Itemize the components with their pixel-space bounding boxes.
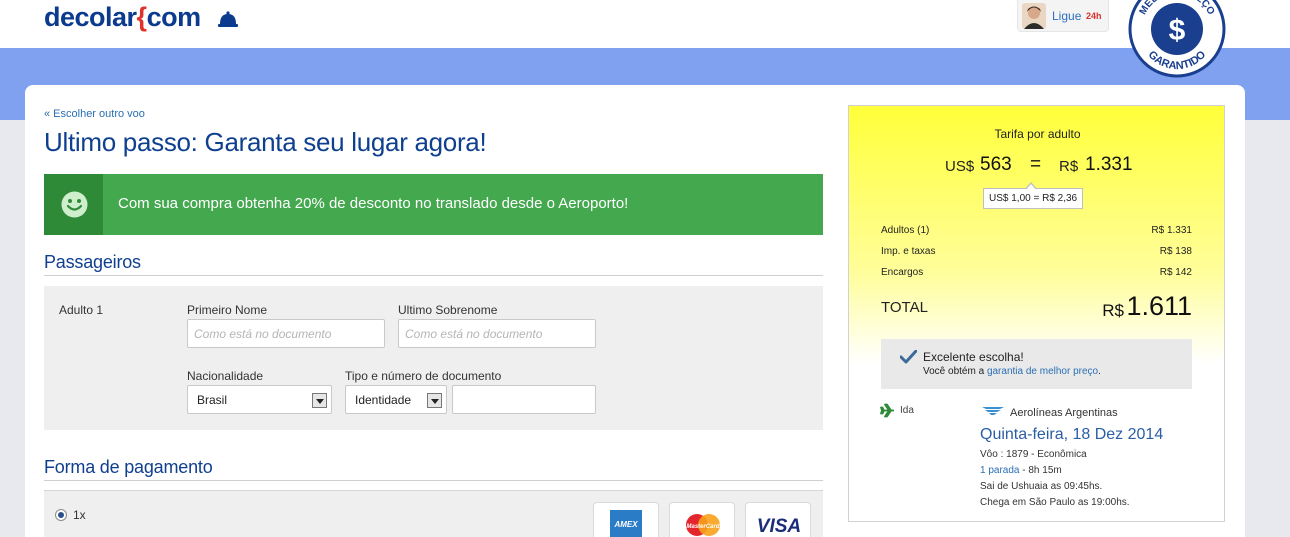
seal-symbol: $ (1169, 14, 1186, 47)
flight-direction: Ida (900, 405, 914, 416)
visa-text: VISA (757, 516, 801, 537)
smiley-icon (61, 191, 88, 218)
document-label: Tipo e número de documento (345, 369, 502, 383)
document-type-value: Identidade (355, 393, 412, 407)
mastercard-text: MasterCard (686, 524, 719, 530)
amex-icon: AMEX (610, 510, 642, 537)
nationality-select[interactable]: Brasil (187, 385, 332, 414)
amex-card[interactable]: AMEX (593, 502, 659, 537)
logo-brace: { (136, 2, 148, 32)
agent-avatar-icon (1022, 3, 1046, 29)
best-choice-prefix: Você obtém a (923, 366, 985, 377)
bell-icon (218, 11, 238, 27)
passenger-form: Adulto 1 Primeiro Nome Ultimo Sobrenome … (44, 286, 823, 430)
usd-currency: US$ (945, 158, 975, 175)
chevron-down-icon[interactable] (427, 393, 442, 408)
passengers-divider (44, 275, 823, 276)
taxes-label: Imp. e taxas (881, 246, 936, 257)
adults-label: Adultos (1) (881, 225, 930, 236)
best-choice-text: Você obtém a garantia de melhor preço. (923, 366, 1101, 377)
flight-arrival: Chega em São Paulo as 19:00hs. (980, 497, 1130, 508)
best-choice-title: Excelente escolha! (923, 350, 1024, 364)
usd-value: 563 (980, 154, 1012, 175)
brl-currency: R$ (1059, 158, 1079, 175)
visa-card[interactable]: VISA (745, 502, 811, 537)
flight-date: Quinta-feira, 18 Dez 2014 (980, 426, 1164, 443)
taxes-value: R$ 138 (1159, 246, 1192, 257)
brl-value: 1.331 (1085, 154, 1133, 175)
airline-name: Aerolíneas Argentinas (1010, 407, 1118, 419)
mastercard-icon: MasterCard (686, 514, 720, 536)
stops-link[interactable]: 1 parada (980, 465, 1019, 476)
payment-section-title: Forma de pagamento (44, 457, 213, 477)
logo-text: decolar (44, 2, 137, 32)
page-title: Ultimo passo: Garanta seu lugar agora! (44, 127, 487, 157)
payment-options: 1x AMEX MasterCard VISA (44, 490, 823, 537)
ligue-hours: 24h (1086, 11, 1102, 21)
ligue-24h-button[interactable]: Ligue 24h (1017, 0, 1109, 32)
fare-summary: Tarifa por adulto US$ 563 = R$ 1.331 US$… (848, 105, 1225, 522)
logo-suffix: com (146, 2, 202, 32)
best-choice-box: Excelente escolha! Você obtém a garantia… (881, 339, 1192, 389)
passengers-section-title: Passageiros (44, 252, 141, 272)
equals-sign: = (1030, 154, 1042, 175)
adults-value: R$ 1.331 (1151, 225, 1192, 236)
best-price-seal-icon: $ MELHOR PREÇO GARANTIDO (1128, 0, 1226, 78)
total-value: 1.611 (1126, 291, 1192, 321)
promo-banner: Com sua compra obtenha 20% de desconto n… (44, 174, 823, 235)
tarifa-label: Tarifa por adulto (994, 127, 1081, 141)
total-currency: R$ (1102, 301, 1124, 320)
back-link[interactable]: « Escolher outro voo (44, 108, 145, 120)
payment-divider (44, 480, 823, 481)
last-name-label: Ultimo Sobrenome (398, 303, 498, 317)
document-number-input[interactable] (452, 385, 596, 414)
charges-value: R$ 142 (1159, 267, 1192, 278)
plane-icon (880, 403, 894, 418)
last-name-input[interactable] (398, 319, 596, 348)
nationality-label: Nacionalidade (187, 369, 264, 383)
airline-logo-icon (982, 407, 1004, 415)
chevron-down-icon[interactable] (312, 393, 327, 408)
decolar-logo[interactable]: decolar{com (44, 2, 201, 33)
best-choice-suffix: . (1098, 366, 1101, 377)
ligue-label: Ligue (1052, 9, 1082, 23)
promo-text: Com sua compra obtenha 20% de desconto n… (118, 195, 629, 212)
total-label: TOTAL (881, 299, 928, 316)
flight-departure: Sai de Ushuaia as 09:45hs. (980, 481, 1103, 492)
checkmark-icon (900, 350, 917, 364)
flight-info: Vôo : 1879 - Econômica (980, 449, 1087, 460)
first-name-label: Primeiro Nome (187, 303, 268, 317)
amex-text: AMEX (613, 520, 638, 529)
first-name-input[interactable] (187, 319, 385, 348)
installment-radio[interactable] (55, 509, 67, 521)
charges-label: Encargos (881, 267, 924, 278)
nationality-value: Brasil (197, 393, 228, 407)
passenger-label: Adulto 1 (59, 303, 104, 317)
best-price-guarantee-link[interactable]: garantia de melhor preço (987, 366, 1098, 377)
visa-icon: VISA (757, 516, 801, 537)
mastercard-card[interactable]: MasterCard (669, 502, 735, 537)
installment-label: 1x (73, 508, 86, 522)
flight-duration: - 8h 15m (1019, 465, 1062, 476)
flight-stops: 1 parada - 8h 15m (980, 465, 1062, 476)
document-type-select[interactable]: Identidade (345, 385, 447, 414)
smiley-box (44, 174, 103, 235)
exchange-rate-tooltip: US$ 1,00 = R$ 2,36 (983, 182, 1084, 209)
